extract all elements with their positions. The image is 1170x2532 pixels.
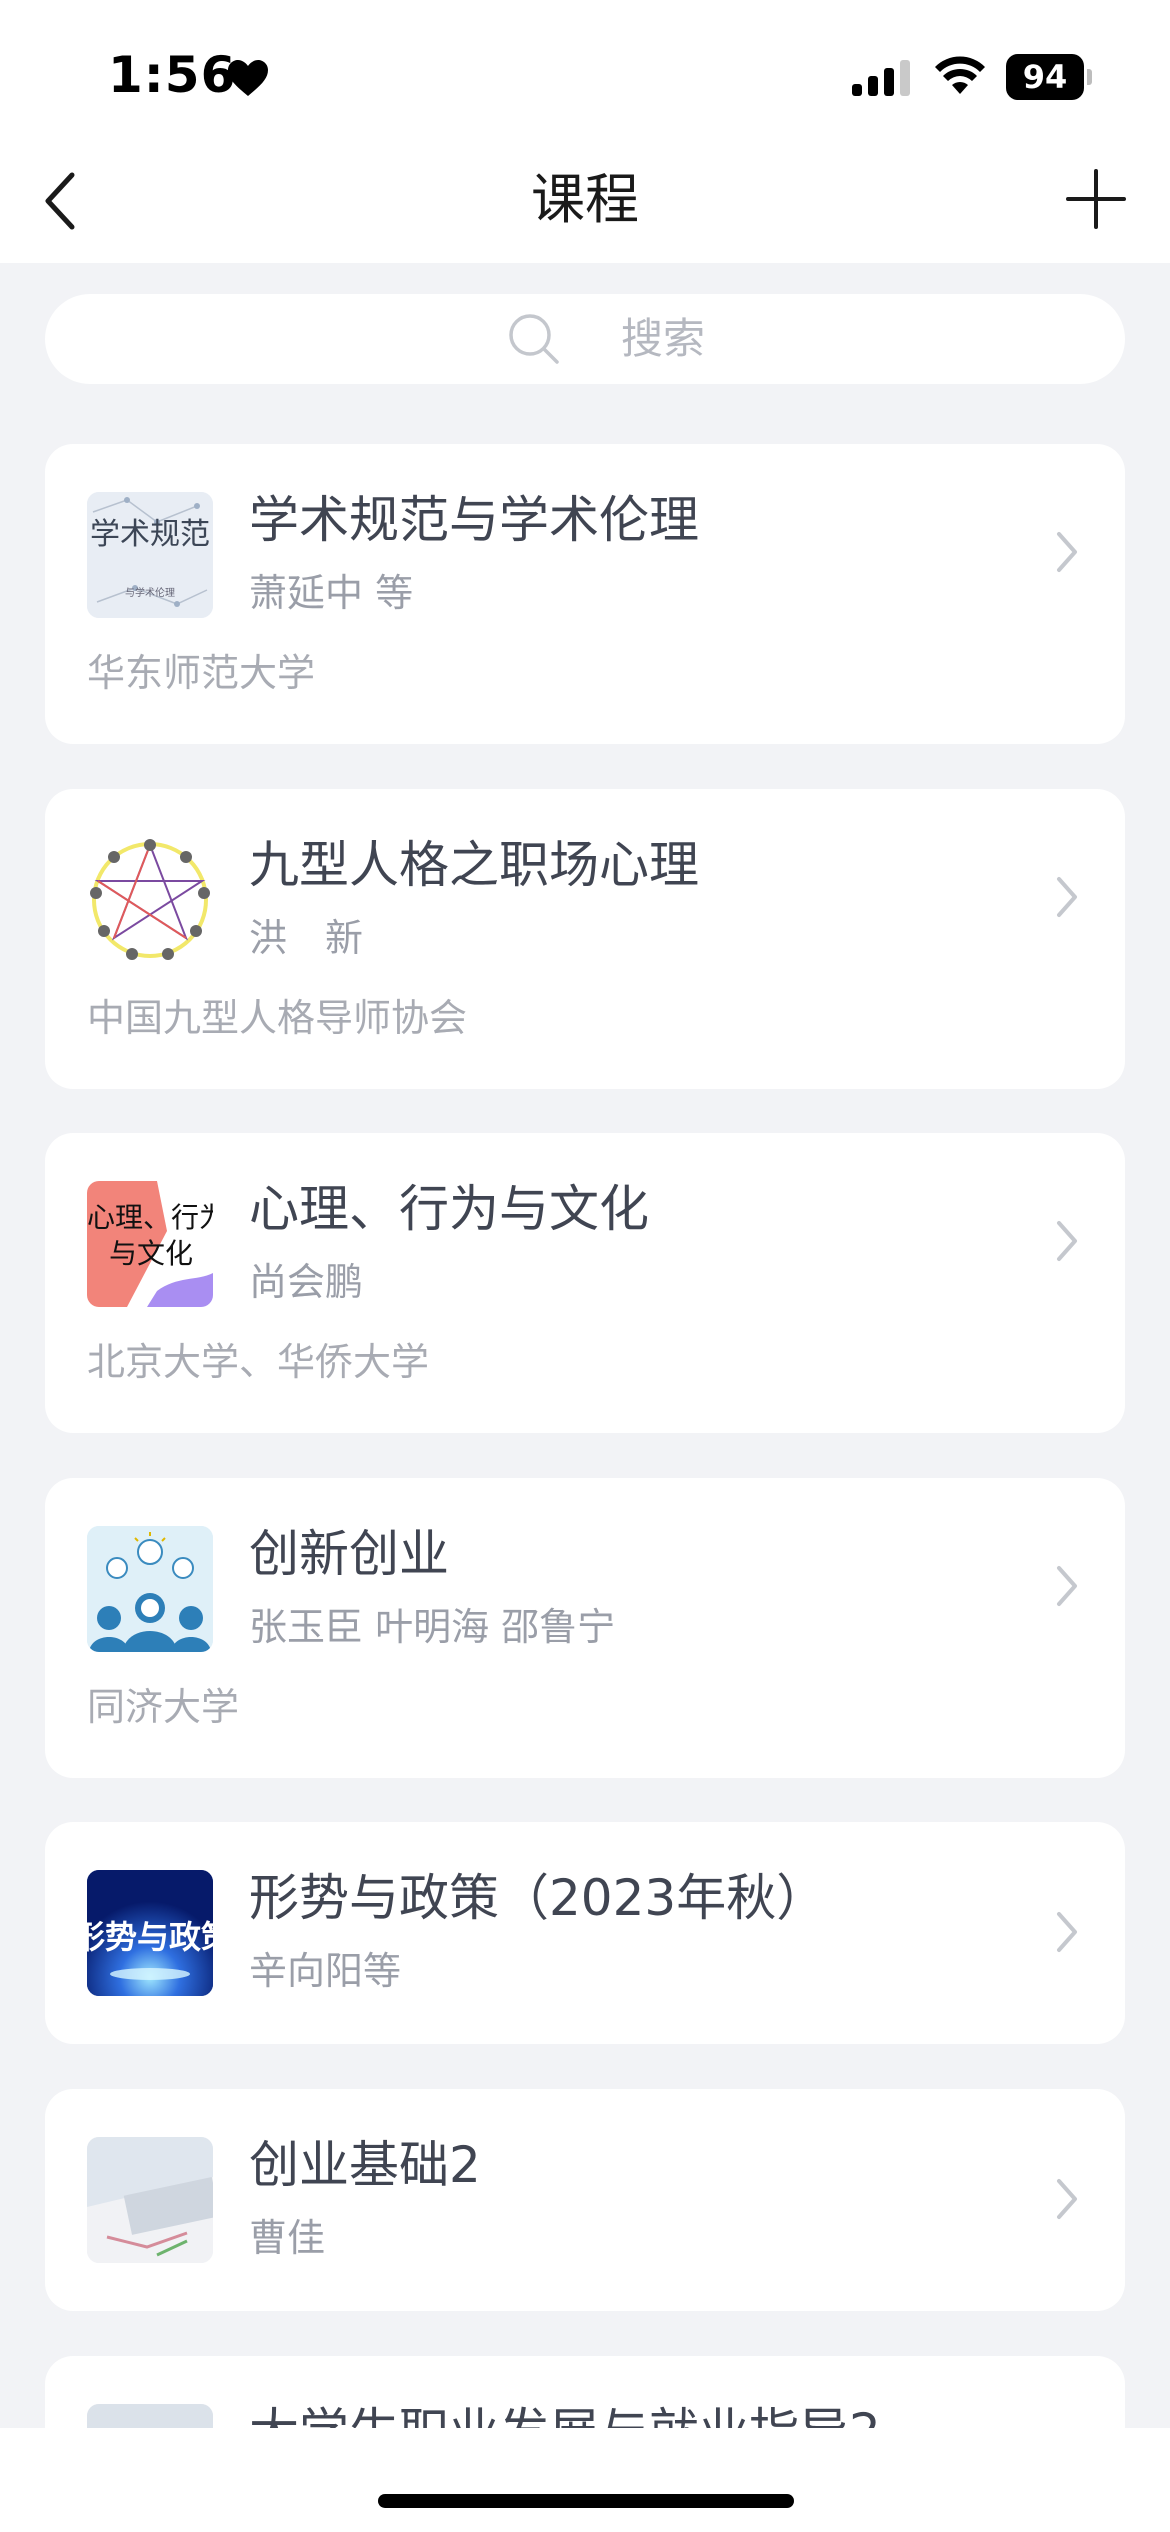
course-title: 形势与政策（2023年秋）	[249, 1869, 827, 1927]
course-school: 华东师范大学	[87, 651, 316, 695]
chevron-right-icon	[1057, 532, 1077, 572]
chevron-right-icon	[1057, 877, 1077, 917]
page-title: 课程	[531, 168, 639, 231]
course-title: 九型人格之职场心理	[249, 836, 699, 894]
course-school: 北京大学、华侨大学	[87, 1340, 430, 1384]
wifi-icon	[935, 56, 985, 94]
nav-bar: 课程	[0, 145, 1170, 263]
course-teacher: 曹佳	[249, 2216, 326, 2260]
course-title: 创业基础2	[249, 2136, 481, 2194]
course-teacher: 张玉臣 叶明海 邵鲁宁	[249, 1605, 616, 1649]
course-card[interactable]: 形势与政策 形势与政策（2023年秋） 辛向阳等	[45, 1822, 1125, 2044]
battery-indicator: 94	[1006, 54, 1092, 100]
status-bar: 1:56 94	[0, 0, 1170, 145]
course-card[interactable]: 创业基础2 曹佳	[45, 2089, 1125, 2311]
battery-tip	[1087, 69, 1092, 85]
course-teacher: 洪 新	[249, 916, 364, 960]
course-teacher: 辛向阳等	[249, 1949, 402, 1993]
course-title: 心理、行为与文化	[249, 1180, 649, 1238]
home-indicator[interactable]	[378, 2494, 794, 2508]
search-icon	[509, 314, 559, 364]
home-indicator-area	[0, 2428, 1170, 2532]
chevron-right-icon	[1057, 1221, 1077, 1261]
course-school: 中国九型人格导师协会	[87, 996, 468, 1040]
course-title: 创新创业	[249, 1525, 449, 1583]
heart-icon	[228, 60, 268, 96]
thumb-text: 学术规范	[90, 517, 210, 552]
course-card[interactable]: 创新创业 张玉臣 叶明海 邵鲁宁 同济大学	[45, 1478, 1125, 1778]
thumb-text: 形势与政策	[87, 1918, 213, 1956]
search-placeholder: 搜索	[621, 314, 706, 363]
course-school: 同济大学	[87, 1685, 240, 1729]
chevron-right-icon	[1057, 2179, 1077, 2219]
search-input[interactable]: 搜索	[45, 294, 1125, 384]
course-thumbnail: 学术规范 与学术伦理	[87, 492, 213, 618]
course-title: 学术规范与学术伦理	[249, 491, 699, 549]
add-icon[interactable]	[1066, 169, 1126, 229]
signal-icon	[852, 60, 910, 96]
course-thumbnail	[87, 2137, 213, 2263]
status-time: 1:56	[108, 46, 237, 104]
course-teacher: 尚会鹏	[249, 1260, 364, 1304]
course-teacher: 萧延中 等	[249, 571, 414, 615]
course-card[interactable]: 九型人格之职场心理 洪 新 中国九型人格导师协会	[45, 789, 1125, 1089]
thumb-subtext: 与文化	[109, 1237, 194, 1270]
chevron-right-icon	[1057, 1912, 1077, 1952]
course-thumbnail	[87, 837, 213, 963]
battery-level: 94	[1006, 54, 1084, 100]
course-card[interactable]: 心理、行为 与文化 心理、行为与文化 尚会鹏 北京大学、华侨大学	[45, 1133, 1125, 1433]
course-thumbnail	[87, 1526, 213, 1652]
course-thumbnail: 心理、行为 与文化	[87, 1181, 213, 1307]
thumb-subtext: 与学术伦理	[125, 588, 175, 599]
course-thumbnail: 形势与政策	[87, 1870, 213, 1996]
course-card[interactable]: 学术规范 与学术伦理 学术规范与学术伦理 萧延中 等 华东师范大学	[45, 444, 1125, 744]
chevron-right-icon	[1057, 1566, 1077, 1606]
thumb-text: 心理、行为	[87, 1201, 213, 1234]
